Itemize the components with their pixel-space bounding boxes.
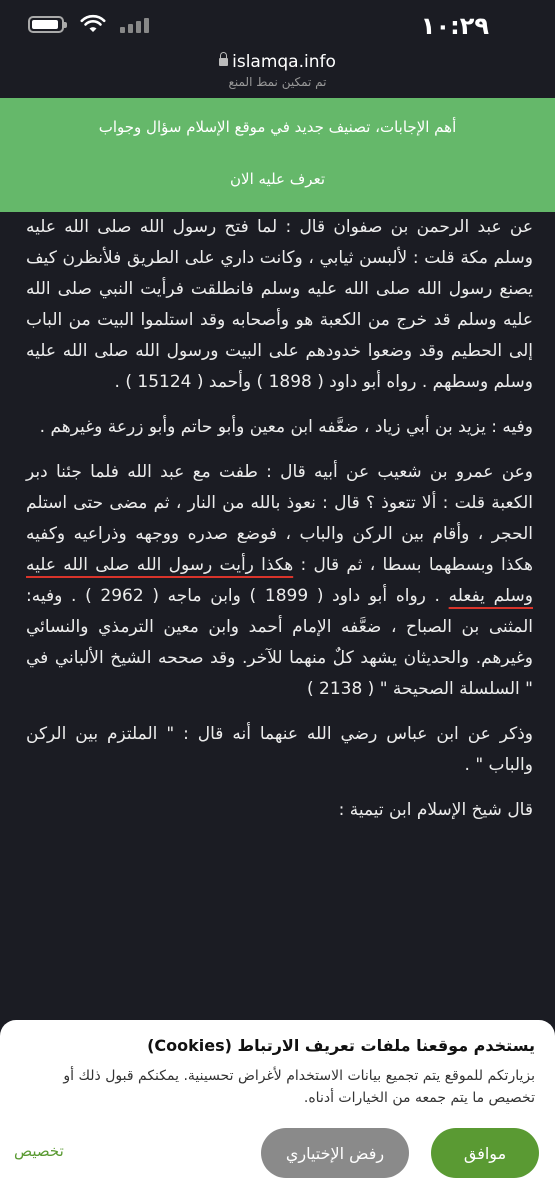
url-text: islamqa.info	[232, 52, 336, 72]
cookie-consent-panel: يستخدم موقعنا ملفات تعريف الارتباط (Cook…	[0, 1020, 555, 1200]
article-paragraph: قال شيخ الإسلام ابن تيمية :	[338, 800, 533, 820]
lock-icon	[219, 52, 229, 66]
accept-button[interactable]: موافق	[431, 1128, 539, 1178]
battery-icon	[28, 16, 67, 33]
cookie-title: يستخدم موقعنا ملفات تعريف الارتباط (Cook…	[147, 1036, 535, 1055]
cellular-signal-icon	[120, 18, 149, 33]
wifi-icon	[80, 14, 106, 32]
article-paragraph: وعن عمرو بن شعيب عن أبيه قال : طفت مع عب…	[26, 462, 533, 699]
content-blocker-note: تم تمكين نمط المنع	[228, 75, 327, 89]
cookie-text: بزيارتكم للموقع يتم تجميع بيانات الاستخد…	[63, 1068, 535, 1106]
article-paragraph: عن عبد الرحمن بن صفوان قال : لما فتح رسو…	[26, 217, 533, 392]
article-paragraph: وفيه : يزيد بن أبي زياد ، ضعَّفه ابن معي…	[39, 417, 533, 437]
cookie-actions: موافق رفض الإختياري تخصيص	[0, 1128, 555, 1178]
customize-link[interactable]: تخصيص	[14, 1142, 64, 1160]
banner-link[interactable]: تعرف عليه الان	[0, 170, 555, 188]
announcement-banner[interactable]: أهم الإجابات، تصنيف جديد في موقع الإسلام…	[0, 98, 555, 212]
status-time: ١٠:٢٩	[420, 12, 489, 40]
reject-optional-button[interactable]: رفض الإختياري	[261, 1128, 409, 1178]
status-bar: ١٠:٢٩	[0, 0, 555, 46]
banner-text: أهم الإجابات، تصنيف جديد في موقع الإسلام…	[98, 118, 457, 136]
article-body: عن عبد الرحمن بن صفوان قال : لما فتح رسو…	[0, 212, 555, 992]
address-bar[interactable]: islamqa.info تم تمكين نمط المنع	[0, 46, 555, 98]
article-paragraph: وذكر عن ابن عباس رضي الله عنهما أنه قال …	[26, 724, 533, 775]
